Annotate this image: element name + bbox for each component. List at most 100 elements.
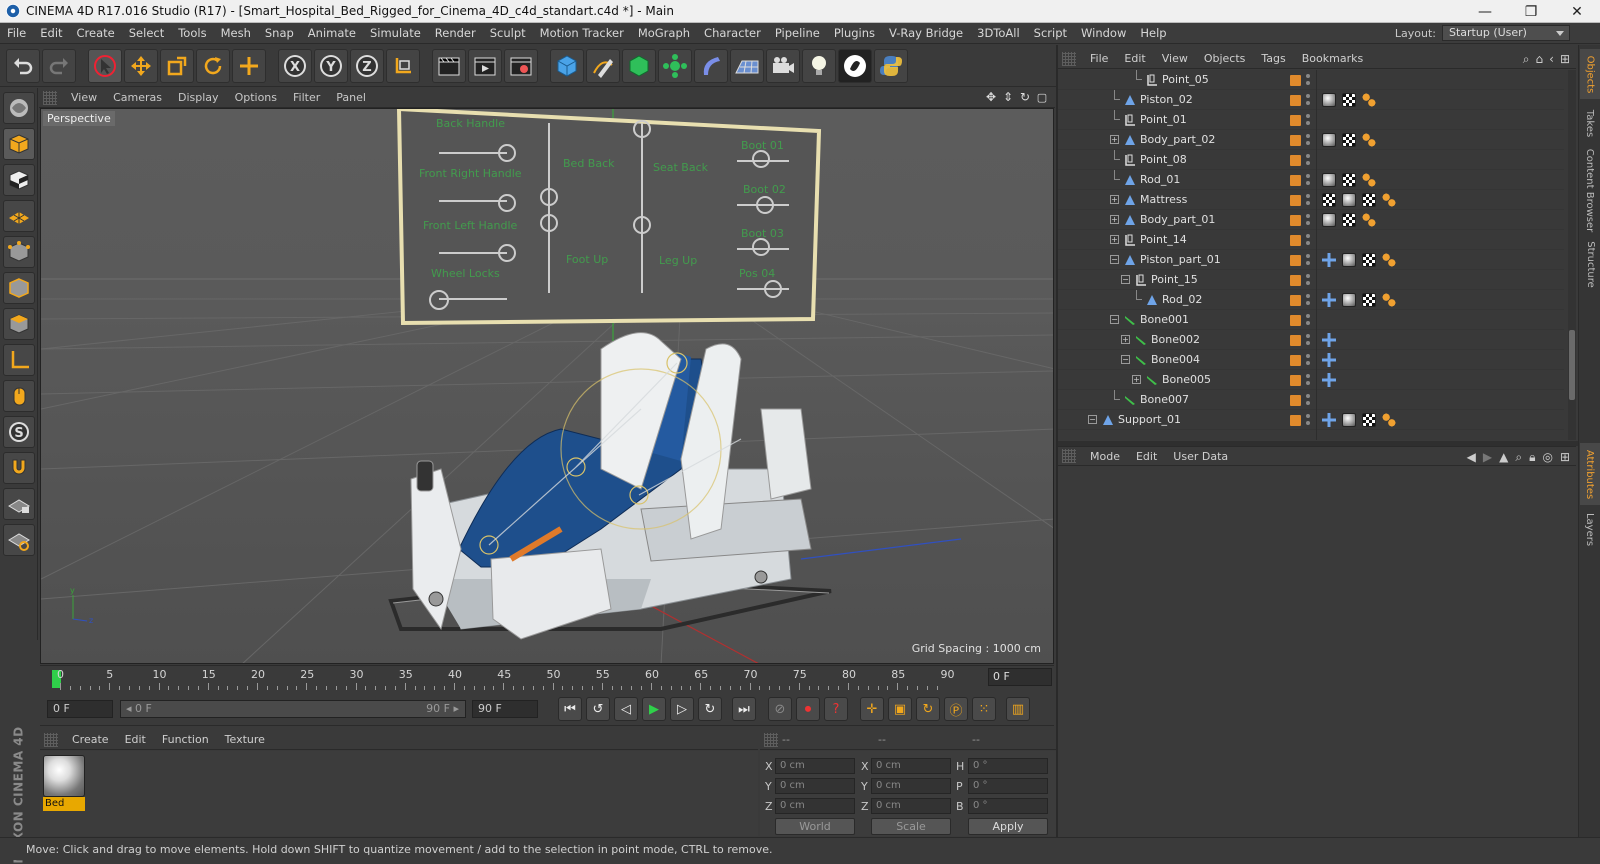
menu-select[interactable]: Select — [122, 26, 171, 40]
expand-toggle-icon[interactable]: + — [1110, 235, 1119, 244]
panel-grip-icon[interactable] — [1062, 51, 1076, 66]
record-keys-button[interactable]: ⊘ — [768, 697, 792, 721]
material-menu-texture[interactable]: Texture — [217, 733, 273, 746]
visibility-dots-icon[interactable] — [1306, 153, 1310, 167]
ik-tag-icon[interactable] — [1362, 93, 1376, 107]
tweak-mode-button[interactable] — [3, 380, 35, 412]
object-row[interactable]: + Bone005 — [1058, 370, 1564, 390]
texture-tag-icon[interactable] — [1362, 293, 1376, 307]
visibility-dots-icon[interactable] — [1306, 373, 1310, 387]
back-icon[interactable]: ‹ — [1549, 52, 1554, 67]
object-row[interactable]: + Mattress — [1058, 190, 1564, 210]
layer-color-swatch[interactable] — [1290, 335, 1301, 346]
object-name[interactable]: Support_01 — [1118, 413, 1181, 426]
texture-tag-icon[interactable] — [1342, 93, 1356, 107]
pos-z-field[interactable]: 0 cm — [775, 798, 855, 814]
layer-color-swatch[interactable] — [1290, 275, 1301, 286]
menu-tools[interactable]: Tools — [171, 26, 213, 40]
expand-toggle-icon[interactable]: − — [1110, 315, 1119, 324]
object-row[interactable]: − Bone004 — [1058, 350, 1564, 370]
objects-menu-view[interactable]: View — [1154, 52, 1196, 65]
visibility-dots-icon[interactable] — [1306, 393, 1310, 407]
new-panel-icon[interactable]: ⊞ — [1560, 450, 1570, 465]
attributes-menu-mode[interactable]: Mode — [1082, 450, 1128, 463]
rot-p-field[interactable]: 0 ° — [968, 778, 1048, 794]
layer-color-swatch[interactable] — [1290, 195, 1301, 206]
forward-arrow-icon[interactable]: ▶ — [1483, 450, 1492, 465]
size-mode-select[interactable]: Scale — [871, 818, 951, 835]
expand-toggle-icon[interactable]: − — [1121, 275, 1130, 284]
panel-grip-icon[interactable] — [1062, 449, 1076, 463]
weight-tag-icon[interactable] — [1322, 373, 1336, 387]
visibility-dots-icon[interactable] — [1306, 193, 1310, 207]
object-tree[interactable]: Point_05 Piston_02 Point_01 + Body_part_02 Po… — [1058, 70, 1576, 440]
rot-h-field[interactable]: 0 ° — [968, 758, 1048, 774]
scale-tool-button[interactable] — [160, 48, 194, 83]
workplane-mode-button[interactable] — [3, 200, 35, 232]
key-position-button[interactable]: ✛ — [860, 697, 884, 721]
lock-icon[interactable]: 🔒︎ — [1529, 450, 1535, 465]
visibility-dots-icon[interactable] — [1306, 113, 1310, 127]
preview-range-slider[interactable]: ◂ 0 F 90 F ▸ — [120, 700, 466, 718]
weight-tag-icon[interactable] — [1322, 253, 1336, 267]
next-key-button[interactable]: ↻ — [698, 697, 722, 721]
cube-object-button[interactable] — [550, 48, 584, 83]
texture-tag-icon[interactable] — [1342, 213, 1356, 227]
viewport-camera-label[interactable]: Perspective — [43, 111, 115, 126]
panel-grip-icon[interactable] — [43, 90, 57, 105]
texture-tag-icon[interactable] — [1362, 253, 1376, 267]
object-tree-scroll-thumb[interactable] — [1569, 330, 1575, 400]
object-row[interactable]: + Point_14 — [1058, 230, 1564, 250]
autokey-button[interactable]: ⏺ — [796, 697, 820, 721]
phong-tag-icon[interactable] — [1342, 293, 1356, 307]
subdivision-button[interactable] — [622, 48, 656, 83]
menu-file[interactable]: File — [0, 26, 33, 40]
key-rotation-button[interactable]: ↻ — [916, 697, 940, 721]
texture-tag-icon[interactable] — [1362, 413, 1376, 427]
objects-menu-objects[interactable]: Objects — [1196, 52, 1254, 65]
visibility-dots-icon[interactable] — [1306, 73, 1310, 87]
layer-color-swatch[interactable] — [1290, 255, 1301, 266]
menu-vray-bridge[interactable]: V-Ray Bridge — [882, 26, 970, 40]
object-name[interactable]: Bone007 — [1140, 393, 1189, 406]
object-name[interactable]: Bone004 — [1151, 353, 1200, 366]
ik-tag-icon[interactable] — [1382, 253, 1396, 267]
visibility-dots-icon[interactable] — [1306, 333, 1310, 347]
deformer-button[interactable] — [694, 48, 728, 83]
coordinate-space-select[interactable]: World — [775, 818, 855, 835]
object-row[interactable]: Rod_02 — [1058, 290, 1564, 310]
redo-button[interactable] — [42, 48, 76, 83]
weight-tag-icon[interactable] — [1322, 293, 1336, 307]
menu-script[interactable]: Script — [1027, 26, 1074, 40]
object-row[interactable]: Point_01 — [1058, 110, 1564, 130]
ik-tag-icon[interactable] — [1362, 133, 1376, 147]
dolly-view-icon[interactable]: ⇕ — [1001, 90, 1015, 104]
object-name[interactable]: Point_14 — [1140, 233, 1187, 246]
layer-color-swatch[interactable] — [1290, 155, 1301, 166]
points-mode-button[interactable] — [3, 236, 35, 268]
live-selection-button[interactable] — [88, 48, 122, 83]
menu-render[interactable]: Render — [428, 26, 483, 40]
tab-structure[interactable]: Structure — [1580, 237, 1600, 291]
texture-mode-button[interactable] — [3, 164, 35, 196]
apply-button[interactable]: Apply — [968, 818, 1048, 835]
material-menu-edit[interactable]: Edit — [117, 733, 154, 746]
expand-toggle-icon[interactable]: + — [1110, 195, 1119, 204]
object-name[interactable]: Body_part_01 — [1140, 213, 1215, 226]
phong-tag-icon[interactable] — [1322, 173, 1336, 187]
tab-layers[interactable]: Layers — [1580, 509, 1600, 549]
target-icon[interactable]: ◎ — [1542, 450, 1552, 465]
viewport-menu-options[interactable]: Options — [227, 91, 285, 104]
model-mode-button[interactable] — [3, 128, 35, 160]
tab-attributes[interactable]: Attributes — [1580, 443, 1600, 505]
objects-menu-bookmarks[interactable]: Bookmarks — [1294, 52, 1371, 65]
visibility-dots-icon[interactable] — [1306, 93, 1310, 107]
expand-toggle-icon[interactable]: + — [1132, 375, 1141, 384]
goto-start-button[interactable]: ⏮ — [558, 697, 582, 721]
search-icon[interactable]: ⌕ — [1515, 450, 1522, 465]
timeline-ruler[interactable]: 0 5 10 15 20 25 30 35 40 45 50 55 60 65 70 75 80 85 90 0 F — [40, 665, 1054, 691]
viewport-menu-display[interactable]: Display — [170, 91, 227, 104]
play-button[interactable]: ▶ — [642, 697, 666, 721]
back-arrow-icon[interactable]: ◀ — [1467, 450, 1476, 465]
expand-toggle-icon[interactable]: − — [1110, 255, 1119, 264]
